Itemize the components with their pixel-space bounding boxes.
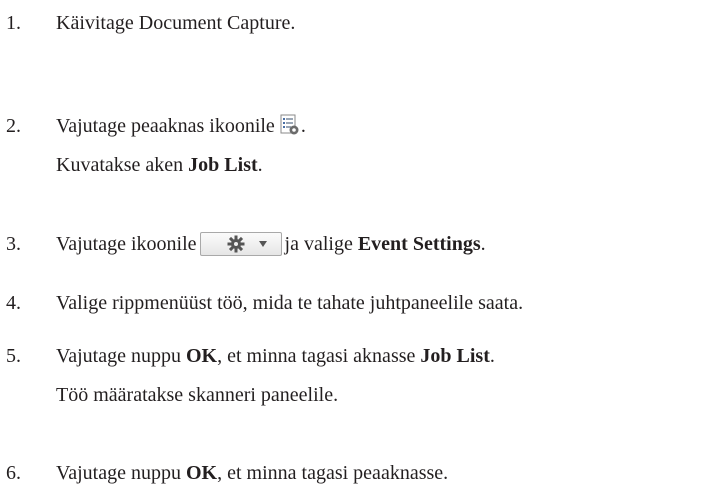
step-number: 2. (6, 115, 21, 137)
step-text-mid: ja valige (284, 233, 358, 255)
step-text: Vajutage peaaknas ikoonile (56, 115, 275, 137)
window-name: Job List (188, 154, 258, 176)
gear-dropdown-icon (199, 232, 282, 256)
step-4: 4. Valige rippmenüüst töö, mida te tahate… (6, 290, 711, 316)
step-6: 6. Vajutage nuppu OK, et minna tagasi pea… (6, 460, 711, 486)
step-text: Vajutage nuppu (56, 462, 186, 484)
step-text-end: . (300, 115, 306, 137)
step-5-note: Töö määratakse skanneri paneelile. (56, 382, 338, 408)
step-2: 2. Vajutage peaaknas ikoonile . (6, 113, 711, 143)
step-text: Valige rippmenüüst töö, mida te tahate j… (56, 292, 524, 314)
button-name: OK (185, 462, 218, 484)
step-text: Vajutage nuppu (56, 345, 186, 367)
step-number: 4. (6, 292, 21, 314)
step-text-end: . (480, 233, 486, 255)
note-text-end: . (257, 154, 263, 176)
step-number: 6. (6, 462, 21, 484)
job-settings-icon (279, 114, 301, 143)
step-1: 1. Käivitage Document Capture. (6, 10, 711, 36)
instruction-document: 1. Käivitage Document Capture. 2. Vajutage… (0, 0, 711, 500)
step-text: Vajutage ikoonile (56, 233, 197, 255)
step-number: 3. (6, 233, 21, 255)
note-text: Töö määratakse skanneri paneelile. (56, 384, 339, 406)
step-text-mid: , et minna tagasi aknasse (217, 345, 421, 367)
window-name: Job List (420, 345, 490, 367)
note-text: Kuvatakse aken (56, 154, 189, 176)
step-text-end: , et minna tagasi peaaknasse. (217, 462, 449, 484)
step-number: 1. (6, 12, 21, 34)
step-2-note: Kuvatakse aken Job List. (56, 152, 263, 178)
step-5: 5. Vajutage nuppu OK, et minna tagasi akn… (6, 343, 711, 369)
step-3: 3. Vajutage ikoonile ja valige Event Sett… (6, 231, 711, 257)
step-number: 5. (6, 345, 21, 367)
step-text: Käivitage Document Capture. (56, 12, 296, 34)
menu-item-name: Event Settings (357, 233, 481, 255)
step-text-end: . (489, 345, 495, 367)
button-name: OK (185, 345, 218, 367)
chevron-down-icon (258, 241, 267, 247)
